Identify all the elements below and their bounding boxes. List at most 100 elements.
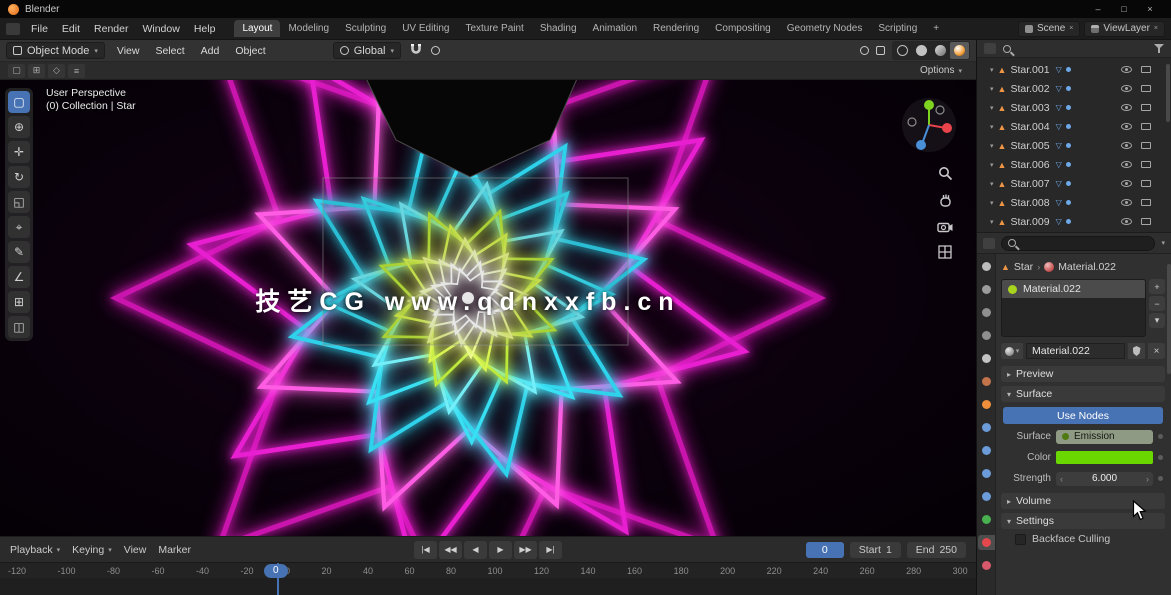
measure-tool[interactable]: ∠: [8, 266, 30, 288]
chevron-down-icon[interactable]: ×: [1069, 25, 1073, 32]
editor-type-icon[interactable]: [984, 43, 996, 54]
gizmo-toggle-icon[interactable]: [860, 46, 869, 55]
tab-object[interactable]: [978, 397, 995, 412]
remove-slot-button[interactable]: −: [1149, 296, 1165, 311]
disable-render-toggle[interactable]: [1141, 142, 1151, 149]
hide-viewport-toggle[interactable]: [1121, 218, 1132, 225]
expand-icon[interactable]: ▾: [990, 66, 994, 74]
hide-viewport-toggle[interactable]: [1121, 66, 1132, 73]
scale-tool[interactable]: ◱: [8, 191, 30, 213]
playhead-frame-badge[interactable]: 0: [264, 564, 288, 578]
color-swatch[interactable]: [1056, 451, 1153, 464]
fake-user-button[interactable]: [1128, 343, 1145, 359]
object-name[interactable]: Star.002: [1010, 83, 1049, 95]
close-button[interactable]: ×: [1137, 0, 1163, 18]
jump-start-button[interactable]: |◀: [414, 541, 437, 559]
search-icon[interactable]: [1003, 45, 1011, 53]
workspace-tab[interactable]: Geometry Nodes: [779, 20, 871, 37]
outliner-row[interactable]: ▾ ▲ Star.008 ▽: [977, 193, 1171, 212]
animate-dot[interactable]: [1158, 476, 1163, 481]
object-name[interactable]: Star.004: [1010, 121, 1049, 133]
hide-viewport-toggle[interactable]: [1121, 123, 1132, 130]
expand-icon[interactable]: ▾: [990, 180, 994, 188]
tab-physics[interactable]: [978, 466, 995, 481]
add-cube-tool[interactable]: ⊞: [8, 291, 30, 313]
jump-end-button[interactable]: ▶|: [539, 541, 562, 559]
workspace-tab[interactable]: Compositing: [707, 20, 779, 37]
object-name[interactable]: Star.001: [1010, 64, 1049, 76]
viewport-3d[interactable]: User Perspective (0) Collection | Star 技…: [0, 80, 976, 536]
outliner-row[interactable]: ▾ ▲ Star.006 ▽: [977, 155, 1171, 174]
properties-search-input[interactable]: [1001, 236, 1155, 251]
current-frame-field[interactable]: 0: [806, 542, 844, 558]
shading-rendered-button[interactable]: [950, 42, 969, 59]
hide-viewport-toggle[interactable]: [1121, 180, 1132, 187]
workspace-tab[interactable]: Animation: [585, 20, 645, 37]
cursor-tool[interactable]: ⊕: [8, 116, 30, 138]
expand-icon[interactable]: ▾: [990, 142, 994, 150]
tool-falloff-icon[interactable]: ◇: [48, 64, 65, 78]
strength-field[interactable]: ‹ 6.000 ›: [1056, 472, 1153, 486]
animate-dot[interactable]: [1158, 434, 1163, 439]
unlink-material-button[interactable]: ×: [1148, 343, 1165, 359]
pan-hand-icon[interactable]: [938, 193, 953, 208]
slot-specials-button[interactable]: ▾: [1149, 313, 1165, 328]
blender-logo-icon[interactable]: [8, 4, 19, 15]
workspace-tab[interactable]: Scripting: [870, 20, 925, 37]
menu-window[interactable]: Window: [135, 21, 186, 37]
shading-solid-button[interactable]: [912, 42, 931, 59]
chevron-down-icon[interactable]: ×: [1154, 25, 1158, 32]
frame-start-field[interactable]: Start1: [850, 542, 901, 558]
playhead[interactable]: 0: [277, 563, 279, 595]
play-reverse-button[interactable]: ◀: [464, 541, 487, 559]
outliner-row[interactable]: ▾ ▲ Star.007 ▽: [977, 174, 1171, 193]
timeline-ruler[interactable]: -120-100-80-60-40-2002040608010012014016…: [0, 562, 976, 595]
proportional-editing-icon[interactable]: [431, 46, 440, 55]
tab-scene[interactable]: [978, 351, 995, 366]
tab-view-layer[interactable]: [978, 328, 995, 343]
menu-add[interactable]: Add: [197, 43, 224, 59]
menu-help[interactable]: Help: [187, 21, 223, 37]
surface-shader-dropdown[interactable]: Emission: [1056, 430, 1153, 444]
app-menu-icon[interactable]: [6, 23, 20, 35]
decrement-icon[interactable]: ‹: [1060, 474, 1063, 484]
breadcrumb-material[interactable]: Material.022: [1058, 261, 1116, 273]
section-volume[interactable]: ▸ Volume: [1001, 493, 1165, 509]
filter-icon[interactable]: [1154, 44, 1164, 53]
section-settings[interactable]: ▾ Settings: [1001, 513, 1165, 529]
hide-viewport-toggle[interactable]: [1121, 85, 1132, 92]
tab-output[interactable]: [978, 305, 995, 320]
animate-dot[interactable]: [1158, 455, 1163, 460]
disable-render-toggle[interactable]: [1141, 199, 1151, 206]
transform-orientation-selector[interactable]: Global ▾: [333, 42, 401, 59]
workspace-tab[interactable]: Rendering: [645, 20, 707, 37]
scene-selector[interactable]: Scene ×: [1018, 21, 1080, 37]
tab-material[interactable]: [978, 535, 995, 550]
object-name[interactable]: Star.005: [1010, 140, 1049, 152]
hide-viewport-toggle[interactable]: [1121, 104, 1132, 111]
view-layer-selector[interactable]: ViewLayer ×: [1084, 21, 1165, 37]
menu-select[interactable]: Select: [151, 43, 188, 59]
object-name[interactable]: Star.006: [1010, 159, 1049, 171]
browse-material-button[interactable]: ▾: [1001, 343, 1023, 359]
disable-render-toggle[interactable]: [1141, 180, 1151, 187]
prev-keyframe-button[interactable]: ◀◀: [439, 541, 462, 559]
maximize-button[interactable]: □: [1111, 0, 1137, 18]
properties-scrollbar[interactable]: [1167, 264, 1171, 374]
object-name[interactable]: Star.008: [1010, 197, 1049, 209]
camera-view-icon[interactable]: [937, 220, 953, 233]
view-menu[interactable]: View: [124, 544, 147, 556]
outliner-row[interactable]: ▾ ▲ Star.002 ▽: [977, 79, 1171, 98]
outliner-row[interactable]: ▾ ▲ Star.009 ▽: [977, 212, 1171, 231]
tab-particles[interactable]: [978, 443, 995, 458]
outliner-row[interactable]: ▾ ▲ Star.005 ▽: [977, 136, 1171, 155]
disable-render-toggle[interactable]: [1141, 104, 1151, 111]
material-name-field[interactable]: Material.022: [1026, 343, 1125, 359]
frame-end-field[interactable]: End250: [907, 542, 966, 558]
expand-icon[interactable]: ▾: [990, 85, 994, 93]
expand-icon[interactable]: ▾: [990, 123, 994, 131]
shading-material-button[interactable]: [931, 42, 950, 59]
move-tool[interactable]: ✛: [8, 141, 30, 163]
disable-render-toggle[interactable]: [1141, 66, 1151, 73]
minimize-button[interactable]: –: [1085, 0, 1111, 18]
